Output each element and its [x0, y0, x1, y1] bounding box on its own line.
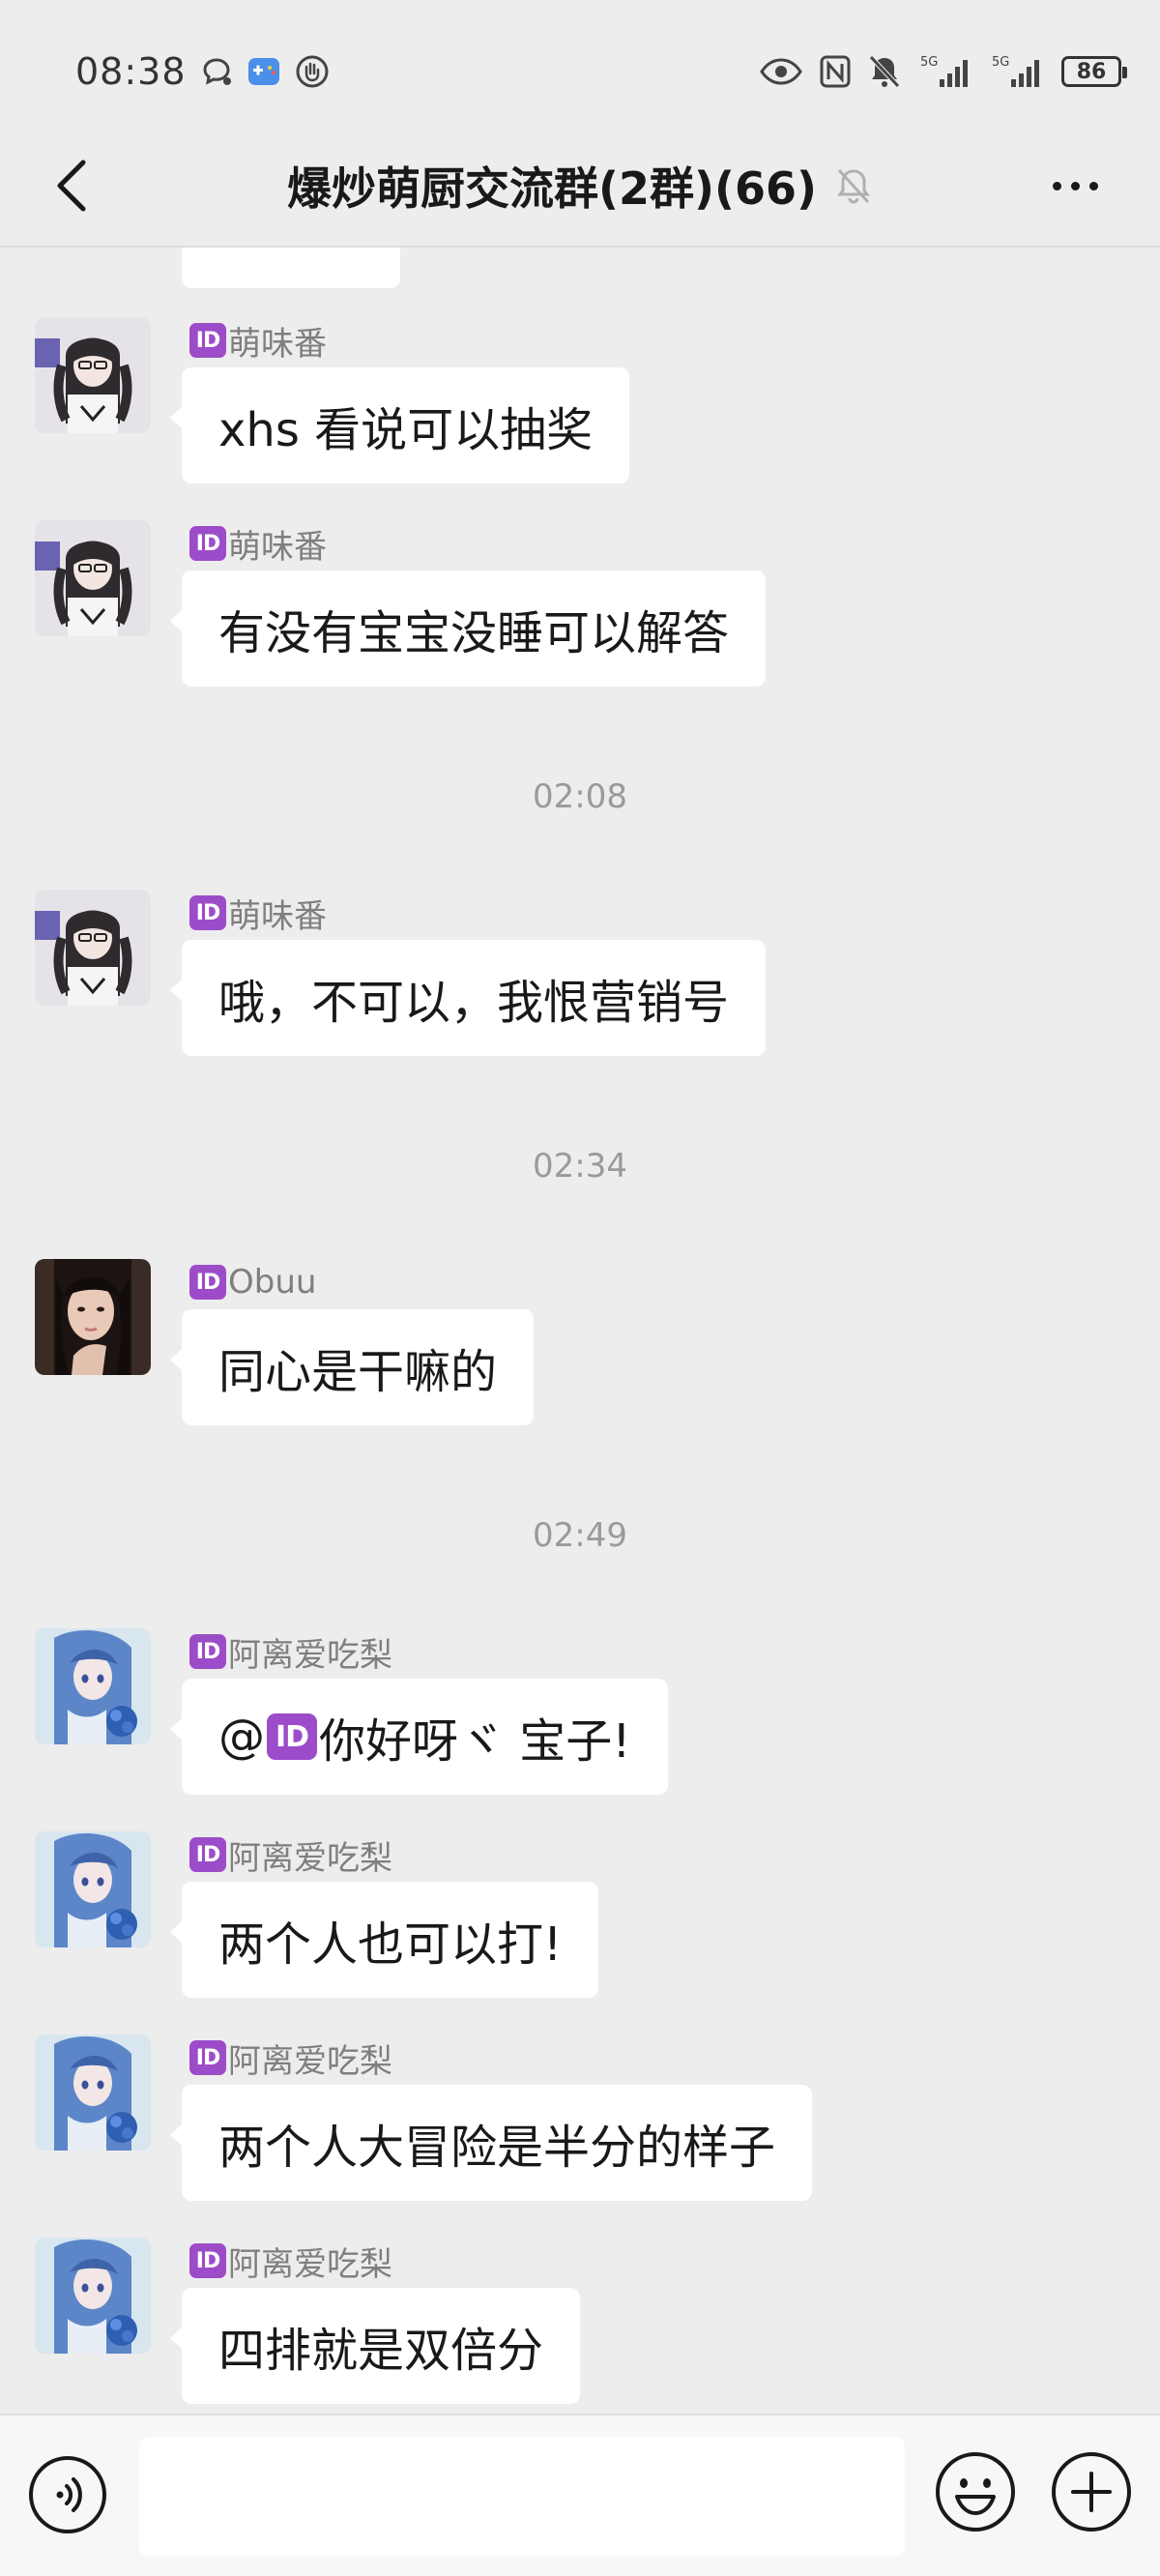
svg-text:5G: 5G	[920, 55, 938, 70]
chat-message-list[interactable]: ID 萌味番 xhs 看说可以抽奖 ID 萌味番 有没有宝宝没睡可以解答 02:…	[0, 248, 1160, 2414]
message-text: 你好呀ヾ 宝子!	[319, 1714, 631, 1769]
more-options-button[interactable]	[1044, 155, 1106, 217]
message-text: 两个人大冒险是半分的样子	[218, 2121, 776, 2175]
id-badge-icon: ID	[189, 1837, 226, 1872]
id-badge-icon: ID	[189, 1265, 226, 1300]
status-bar: 08:38 5G 5G 86	[0, 0, 1160, 143]
avatar[interactable]	[35, 317, 151, 433]
id-badge-icon: ID	[189, 526, 226, 561]
input-bar	[0, 2414, 1160, 2576]
message-text: 有没有宝宝没睡可以解答	[218, 606, 730, 660]
sender-name-text: 萌味番	[228, 324, 327, 364]
dot-icon	[1088, 181, 1098, 190]
voice-icon	[29, 2456, 106, 2533]
avatar-anime-girl-twintails	[35, 890, 151, 1006]
message-bubble[interactable]: 有没有宝宝没睡可以解答	[169, 571, 767, 687]
sender-name-text: 萌味番	[228, 527, 327, 567]
hand-icon	[295, 54, 330, 89]
avatar[interactable]	[35, 890, 151, 1006]
message-bubble[interactable]: 四排就是双倍分	[169, 2288, 581, 2404]
battery-indicator: 86	[1061, 56, 1127, 87]
message-bubble[interactable]: 两个人大冒险是半分的样子	[169, 2085, 813, 2201]
sender-name: ID 萌味番	[189, 892, 327, 936]
id-badge-icon: ID	[189, 2243, 226, 2278]
dot-icon	[1070, 181, 1080, 190]
status-right: 5G 5G 86	[760, 52, 1127, 91]
emoji-icon	[936, 2452, 1015, 2532]
avatar-anime-blue-hair	[35, 2034, 151, 2151]
chat-bubble-icon	[200, 56, 233, 87]
avatar-girl-photo	[35, 1259, 151, 1375]
sender-name-text: 阿离爱吃梨	[228, 2041, 392, 2081]
sender-name: ID 阿离爱吃梨	[189, 1630, 392, 1675]
message-input[interactable]	[139, 2437, 905, 2557]
plus-icon	[1052, 2452, 1131, 2532]
emoji-button[interactable]	[934, 2450, 1017, 2533]
id-badge-icon: ID	[189, 323, 226, 358]
avatar-anime-girl-twintails	[35, 317, 151, 433]
message-bubble[interactable]: @ ID 你好呀ヾ 宝子!	[170, 1679, 668, 1795]
id-badge-icon: ID	[189, 1634, 226, 1669]
chat-title: 爆炒萌厨交流群(2群)(66)	[286, 162, 818, 215]
mute-bell-icon	[868, 54, 901, 89]
sender-name: ID 萌味番	[189, 319, 327, 364]
sender-name: ID 阿离爱吃梨	[189, 2239, 392, 2284]
message-text: 四排就是双倍分	[218, 2324, 544, 2378]
message-text: 两个人也可以打!	[218, 1917, 563, 1972]
avatar[interactable]	[35, 520, 151, 636]
avatar[interactable]	[35, 1831, 151, 1947]
signal-icon-2: 5G	[990, 52, 1044, 91]
status-time: 08:38	[75, 50, 187, 93]
dot-icon	[1052, 181, 1061, 190]
time-divider: 02:34	[533, 1147, 627, 1186]
sender-name-text: 阿离爱吃梨	[228, 2244, 392, 2284]
message-bubble[interactable]: 同心是干嘛的	[169, 1309, 535, 1425]
message-bubble-partial[interactable]	[182, 248, 400, 288]
message-bubble[interactable]: 哦，不可以，我恨营销号	[169, 940, 767, 1056]
avatar[interactable]	[35, 2238, 151, 2354]
time-divider: 02:49	[533, 1516, 627, 1555]
avatar-anime-blue-hair	[35, 2238, 151, 2354]
avatar[interactable]	[35, 1259, 151, 1375]
message-text: xhs 看说可以抽奖	[218, 403, 594, 457]
message-text: 哦，不可以，我恨营销号	[218, 976, 730, 1030]
svg-text:5G: 5G	[992, 55, 1009, 70]
title-bar: 爆炒萌厨交流群(2群)(66)	[0, 126, 1160, 246]
avatar-anime-blue-hair	[35, 1628, 151, 1744]
message-bubble[interactable]: xhs 看说可以抽奖	[169, 367, 630, 483]
id-badge-icon: ID	[189, 2040, 226, 2075]
message-text: 同心是干嘛的	[218, 1345, 498, 1399]
id-badge-icon: ID	[189, 895, 226, 930]
voice-input-button[interactable]	[27, 2454, 108, 2535]
sender-name-text: 阿离爱吃梨	[228, 1838, 392, 1878]
message-bubble[interactable]: 两个人也可以打!	[169, 1882, 599, 1998]
back-arrow-icon	[57, 160, 86, 212]
sender-name-text: Obuu	[228, 1263, 317, 1302]
id-badge-icon: ID	[267, 1713, 317, 1760]
sender-name: ID 萌味番	[189, 522, 327, 567]
time-divider: 02:08	[533, 777, 627, 816]
sender-name: ID 阿离爱吃梨	[189, 2036, 392, 2081]
nfc-icon	[820, 55, 851, 88]
sender-name: ID Obuu	[189, 1261, 316, 1303]
avatar-anime-blue-hair	[35, 1831, 151, 1947]
game-icon	[246, 55, 281, 88]
mute-icon	[834, 165, 873, 206]
signal-icon-1: 5G	[918, 52, 972, 91]
sender-name-text: 萌味番	[228, 896, 327, 936]
avatar-anime-girl-twintails	[35, 520, 151, 636]
sender-name: ID 阿离爱吃梨	[189, 1833, 392, 1878]
avatar[interactable]	[35, 2034, 151, 2151]
mention-prefix: @	[218, 1710, 265, 1764]
back-button[interactable]	[43, 155, 101, 217]
status-left: 08:38	[75, 50, 330, 93]
more-features-button[interactable]	[1050, 2450, 1133, 2533]
sender-name-text: 阿离爱吃梨	[228, 1635, 392, 1675]
eye-icon	[760, 58, 802, 85]
avatar[interactable]	[35, 1628, 151, 1744]
